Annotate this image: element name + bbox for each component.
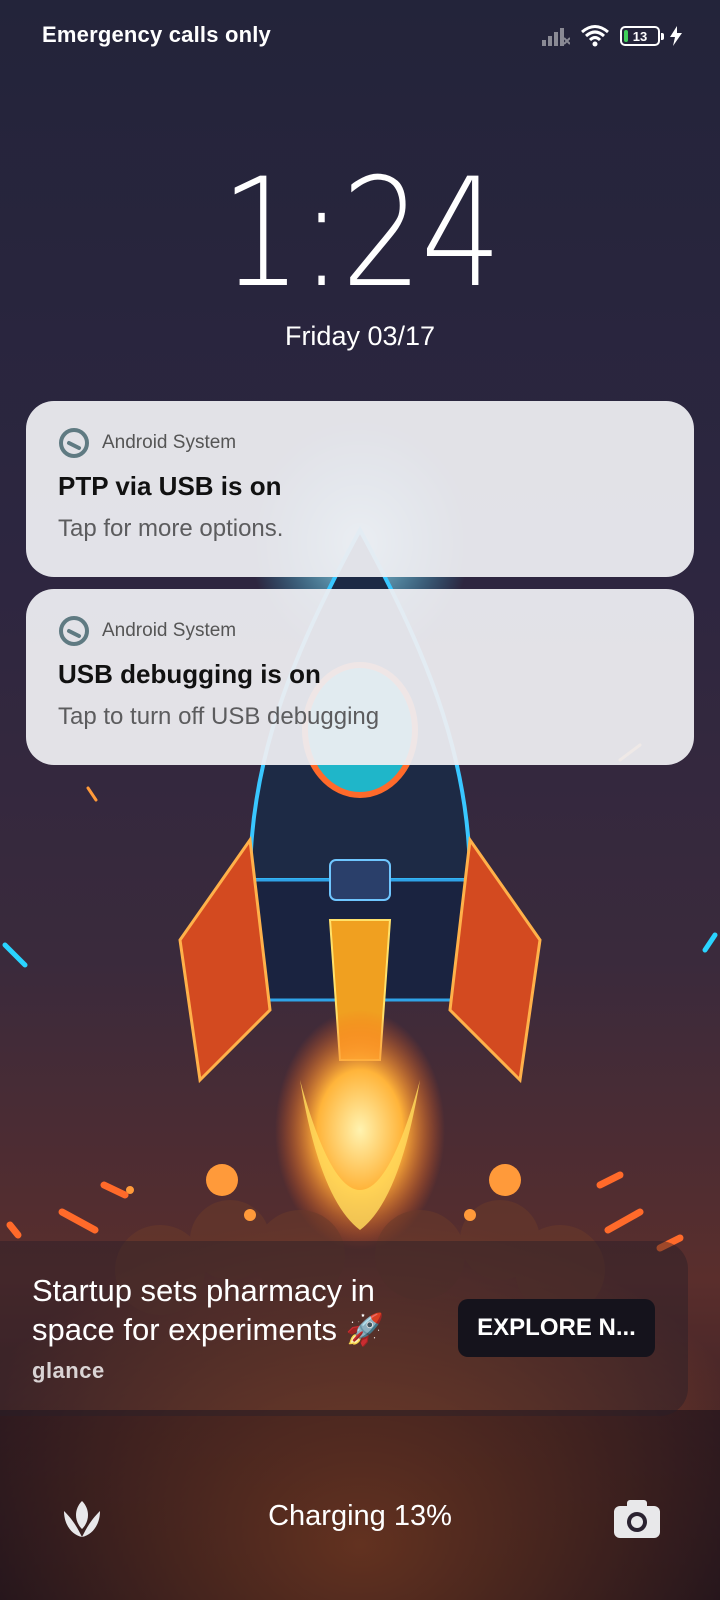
notification-app-name: Android System <box>102 432 237 453</box>
charging-bolt-icon <box>670 26 682 46</box>
glance-logo: glance <box>32 1358 105 1383</box>
notification-usb-debugging[interactable]: Android System USB debugging is on Tap t… <box>26 589 694 765</box>
lock-clock: 1:24 <box>220 147 501 321</box>
lock-date: Friday 03/17 <box>284 321 436 351</box>
notification-body: Tap for more options. <box>58 515 284 542</box>
glance-headline[interactable]: Startup sets pharmacy in space for exper… <box>32 1271 432 1349</box>
status-icons: 13 <box>542 22 682 50</box>
android-system-icon <box>59 616 89 646</box>
notification-title: PTP via USB is on <box>58 471 282 501</box>
battery-fill <box>624 30 628 42</box>
camera-icon[interactable] <box>612 1498 662 1540</box>
android-system-icon <box>59 428 89 458</box>
glance-story-card[interactable]: Startup sets pharmacy in space for exper… <box>0 1241 688 1416</box>
notification-app-name: Android System <box>102 620 237 641</box>
status-bar: Emergency calls only 13 <box>0 0 720 70</box>
battery-icon: 13 <box>620 26 664 46</box>
notification-body: Tap to turn off USB debugging <box>58 703 380 730</box>
explore-button[interactable]: EXPLORE N... <box>458 1299 655 1357</box>
battery-level: 13 <box>632 28 648 44</box>
notification-app-header: Android System <box>58 615 236 647</box>
signal-no-service-icon <box>542 28 570 46</box>
notification-ptp-usb[interactable]: Android System PTP via USB is on Tap for… <box>26 401 694 577</box>
carrier-text: Emergency calls only <box>42 22 271 47</box>
notification-title: USB debugging is on <box>58 659 321 689</box>
notification-app-header: Android System <box>58 427 236 459</box>
wifi-icon <box>581 25 609 47</box>
